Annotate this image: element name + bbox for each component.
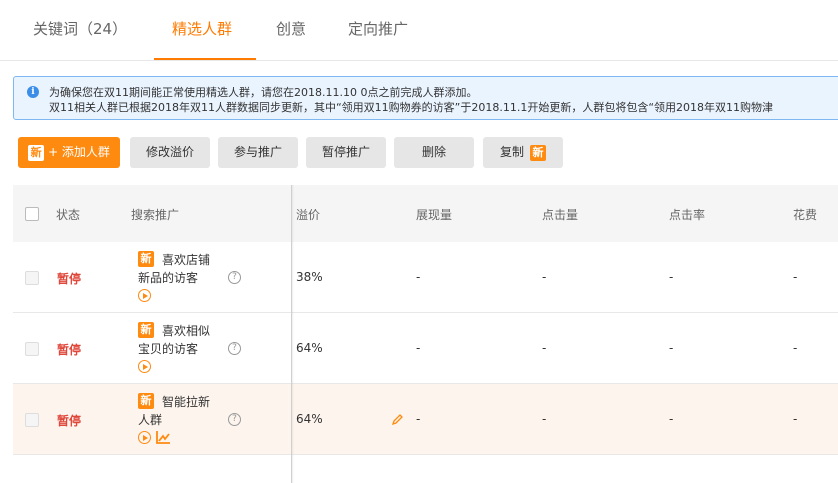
help-icon[interactable]: ?	[228, 342, 241, 355]
row-checkbox[interactable]	[25, 342, 39, 356]
tab-selected-audience[interactable]: 精选人群	[172, 18, 232, 39]
info-icon: i	[27, 86, 39, 98]
frozen-column-shadow	[291, 185, 294, 483]
tab-targeted-promo[interactable]: 定向推广	[348, 18, 408, 39]
active-tab-indicator	[154, 58, 256, 60]
header-ctr[interactable]: 点击率	[669, 206, 705, 223]
premium-value: 64%	[296, 412, 323, 426]
status-label: 暂停	[57, 272, 82, 286]
play-icon[interactable]	[138, 360, 151, 373]
ctr-value: -	[669, 270, 674, 284]
status-label: 暂停	[57, 343, 82, 357]
row-checkbox[interactable]	[25, 271, 39, 285]
tab-keywords[interactable]: 关键词（24）	[33, 18, 127, 39]
notice-line-1: 为确保您在双11期间能正常使用精选人群，请您在2018.11.10 0点之前完成…	[49, 86, 478, 99]
header-status: 状态	[56, 208, 81, 222]
header-cost[interactable]: 花费	[793, 206, 817, 223]
header-clicks[interactable]: 点击量	[542, 206, 578, 223]
notice-banner: i 为确保您在双11期间能正常使用精选人群，请您在2018.11.10 0点之前…	[13, 76, 838, 120]
ctr-value: -	[669, 341, 674, 355]
select-all-checkbox[interactable]	[25, 207, 39, 221]
table-header: 状态 搜索推广 溢价 展现量 点击量 点击率 花费	[13, 185, 838, 242]
clicks-value: -	[542, 412, 547, 426]
delete-button[interactable]: 删除	[394, 137, 474, 168]
clicks-value: -	[542, 341, 547, 355]
header-impressions[interactable]: 展现量	[416, 206, 452, 223]
audience-table: 状态 搜索推广 溢价 展现量 点击量 点击率 花费 暂停 喜欢店铺新品的访客 新…	[13, 185, 838, 483]
play-icon[interactable]	[138, 431, 151, 444]
ctr-value: -	[669, 412, 674, 426]
new-badge: 新	[138, 322, 154, 338]
premium-value: 64%	[296, 341, 323, 355]
notice-line-2: 双11相关人群已根据2018年双11人群数据同步更新，其中“领用双11购物券的访…	[49, 101, 774, 114]
cost-value: -	[793, 412, 798, 426]
new-badge: 新	[28, 144, 45, 161]
tab-creative[interactable]: 创意	[276, 18, 306, 39]
status-label: 暂停	[57, 414, 82, 428]
copy-label: 复制	[499, 145, 524, 159]
help-icon[interactable]: ?	[228, 271, 241, 284]
join-promo-button[interactable]: 参与推广	[218, 137, 298, 168]
new-badge: 新	[138, 393, 154, 409]
help-icon[interactable]: ?	[228, 413, 241, 426]
new-badge: 新	[138, 251, 154, 267]
modify-premium-button[interactable]: 修改溢价	[130, 137, 210, 168]
trend-chart-icon[interactable]	[156, 430, 171, 444]
pencil-icon[interactable]	[391, 413, 404, 426]
table-row: 暂停 喜欢相似宝贝的访客 新 ? 64% - - - -	[13, 313, 838, 384]
impressions-value: -	[416, 270, 421, 284]
copy-button[interactable]: 复制新	[483, 137, 563, 168]
impressions-value: -	[416, 412, 421, 426]
tab-bar: 关键词（24） 精选人群 创意 定向推广	[0, 0, 838, 61]
add-audience-button[interactable]: 新 + 添加人群	[18, 137, 120, 168]
table-row: 暂停 喜欢店铺新品的访客 新 ? 38% - - - -	[13, 242, 838, 313]
table-row: 暂停 智能拉新人群 新 ? 64% - - - -	[13, 384, 838, 455]
clicks-value: -	[542, 270, 547, 284]
cost-value: -	[793, 341, 798, 355]
pause-promo-button[interactable]: 暂停推广	[306, 137, 386, 168]
cost-value: -	[793, 270, 798, 284]
header-search-promo: 搜索推广	[131, 208, 180, 222]
impressions-value: -	[416, 341, 421, 355]
new-badge: 新	[530, 144, 546, 161]
play-icon[interactable]	[138, 289, 151, 302]
premium-value: 38%	[296, 270, 323, 284]
header-premium[interactable]: 溢价	[296, 206, 320, 223]
row-checkbox[interactable]	[25, 413, 39, 427]
add-audience-label: + 添加人群	[48, 145, 110, 159]
